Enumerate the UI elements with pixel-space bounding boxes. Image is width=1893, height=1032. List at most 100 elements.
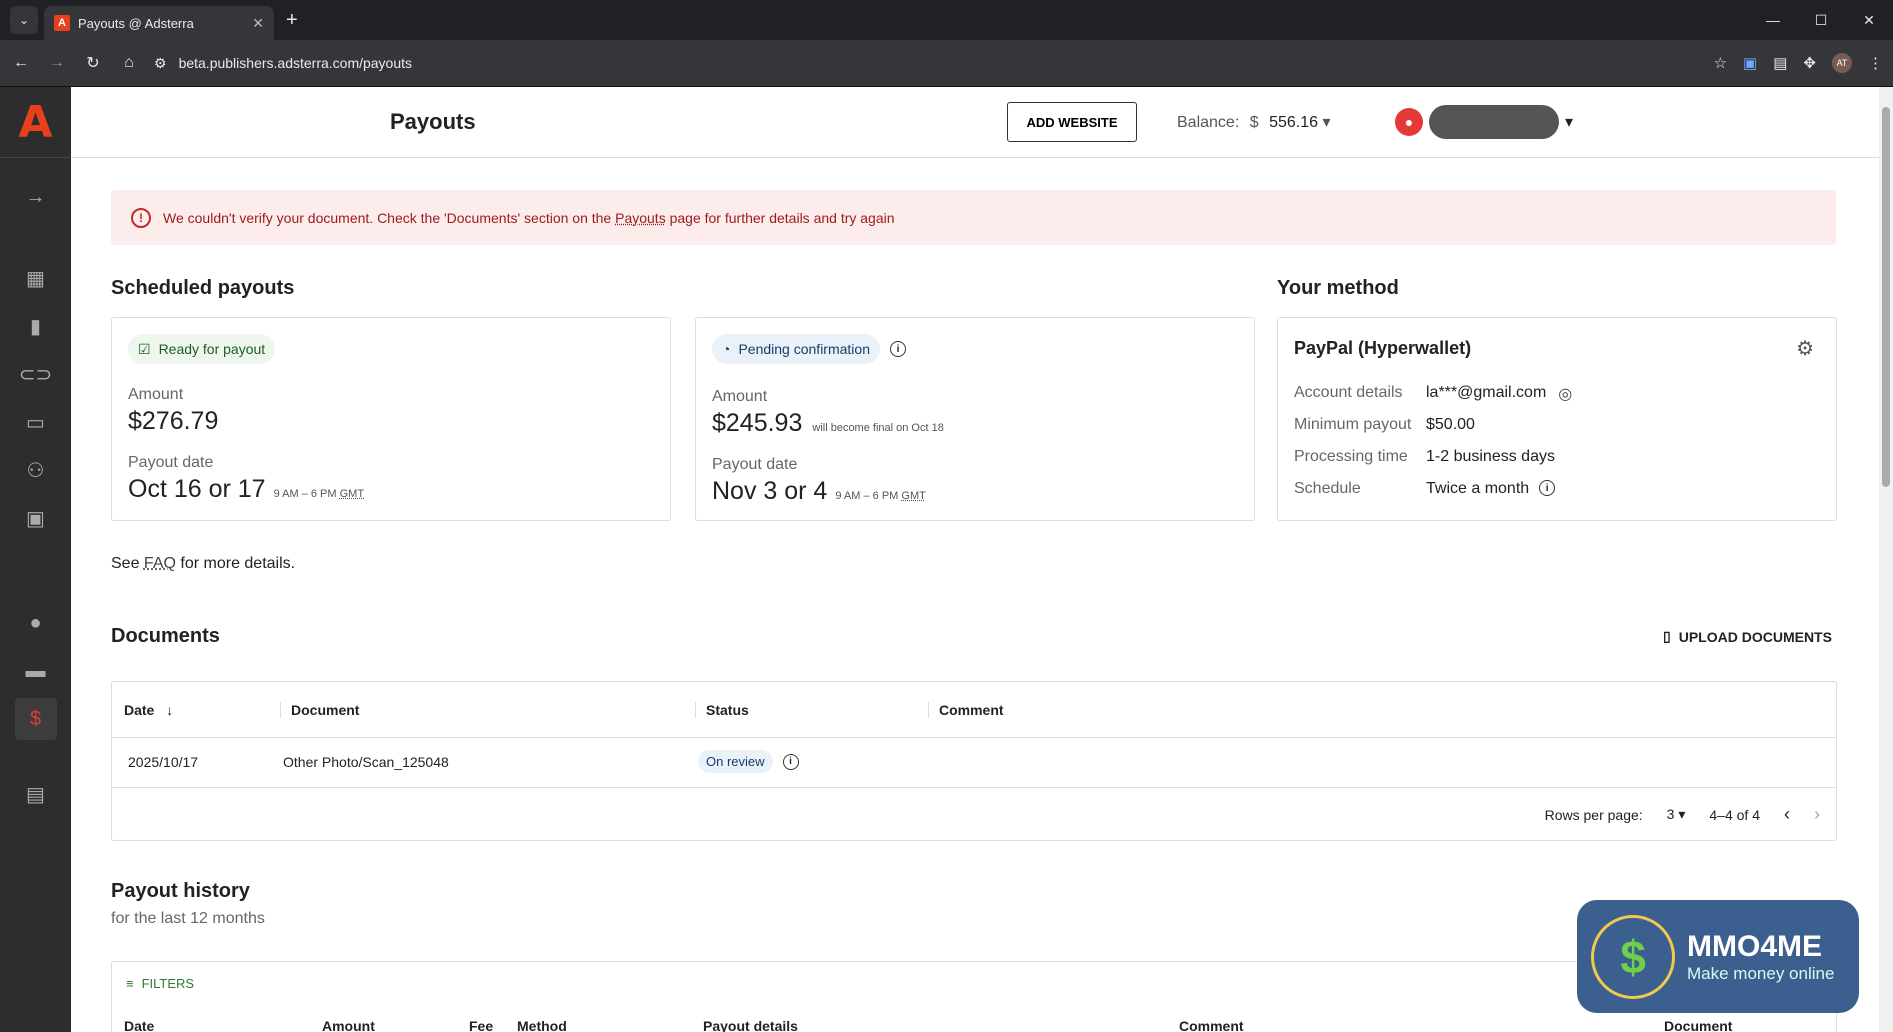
documents-heading: Documents: [111, 625, 220, 647]
topbar: Payouts ADD WEBSITE Balance: $ 556.16 ▾ …: [71, 87, 1893, 158]
websites-icon[interactable]: ▭: [15, 401, 57, 443]
payout-history-subtitle: for the last 12 months: [111, 910, 265, 927]
upload-documents-button[interactable]: ▯ UPLOAD DOCUMENTS: [1663, 628, 1832, 645]
rows-per-page-select[interactable]: 3 ▾: [1667, 806, 1686, 823]
translate-icon[interactable]: ▣: [1743, 54, 1757, 72]
new-tab-icon[interactable]: +: [286, 9, 298, 32]
url-field[interactable]: ⚙ beta.publishers.adsterra.com/payouts: [154, 47, 1700, 79]
dashboard-icon[interactable]: ▦: [15, 257, 57, 299]
pending-payout-card: ◔ Pending confirmation i Amount $245.93 …: [695, 317, 1255, 521]
column-date[interactable]: Date ↓: [124, 702, 173, 718]
referrals-icon[interactable]: ⚇: [15, 449, 57, 491]
browser-menu-icon[interactable]: ⋮: [1868, 54, 1883, 72]
address-bar: ← → ↻ ⌂ ⚙ beta.publishers.adsterra.com/p…: [0, 40, 1893, 87]
page-title: Payouts: [390, 109, 476, 134]
column-comment: Comment: [1179, 1018, 1244, 1032]
pending-status-chip: ◔ Pending confirmation: [712, 334, 880, 364]
filters-button[interactable]: ≡ FILTERS: [126, 976, 194, 991]
column-document: Document: [280, 702, 359, 718]
profile-avatar[interactable]: AT: [1832, 53, 1852, 73]
browser-tab[interactable]: A Payouts @ Adsterra ✕: [44, 6, 274, 40]
payouts-link[interactable]: Payouts: [615, 210, 666, 226]
chevron-down-icon: ▾: [1565, 114, 1574, 131]
redacted-username: [1429, 105, 1559, 139]
column-date: Date: [124, 1018, 155, 1032]
column-comment: Comment: [928, 702, 1004, 718]
eye-off-icon[interactable]: ◎: [1558, 384, 1572, 404]
statistics-icon[interactable]: ▮: [15, 305, 57, 347]
page-scrollbar[interactable]: [1879, 87, 1893, 1032]
row-document: Other Photo/Scan_125048: [283, 754, 449, 770]
row-status: On review i: [698, 750, 799, 773]
site-info-icon[interactable]: ⚙: [154, 55, 167, 72]
gear-icon[interactable]: ⚙: [1796, 336, 1814, 361]
profile-icon[interactable]: ●: [15, 602, 57, 644]
close-tab-icon[interactable]: ✕: [252, 15, 264, 32]
page-range: 4–4 of 4: [1709, 806, 1760, 823]
prev-page-icon[interactable]: ‹: [1784, 804, 1790, 825]
scrollbar-thumb[interactable]: [1882, 107, 1890, 487]
ready-payout-card: ☑ Ready for payout Amount $276.79 Payout…: [111, 317, 671, 521]
payout-time: 9 AM – 6 PM GMT: [835, 490, 926, 502]
pending-status-row: ◔ Pending confirmation i: [712, 334, 906, 364]
sort-arrow-icon: ↓: [166, 702, 174, 718]
method-row: Minimum payout $50.00: [1294, 416, 1475, 433]
home-icon[interactable]: ⌂: [118, 54, 140, 72]
user-menu[interactable]: ● ▾: [1395, 105, 1573, 139]
extension-icon[interactable]: ▤: [1773, 54, 1787, 72]
faq-link[interactable]: FAQ: [144, 555, 176, 572]
forward-icon[interactable]: →: [46, 54, 68, 72]
column-document: Document: [1664, 1018, 1733, 1032]
table-row: 2025/10/17 Other Photo/Scan_125048 On re…: [112, 738, 1836, 788]
next-page-icon[interactable]: ›: [1814, 804, 1820, 825]
documents-table: Date ↓ Document Status Comment 2025/10/1…: [111, 681, 1837, 841]
watermark-subtitle: Make money online: [1687, 963, 1835, 983]
payment-method-card: PayPal (Hyperwallet) ⚙ Account details l…: [1277, 317, 1837, 521]
payout-date-label: Payout date: [128, 454, 214, 471]
api-icon[interactable]: ▣: [15, 497, 57, 539]
verification-alert: ! We couldn't verify your document. Chec…: [111, 190, 1836, 245]
column-amount: Amount: [322, 1018, 375, 1032]
balance-currency: $: [1249, 114, 1259, 131]
add-website-button[interactable]: ADD WEBSITE: [1007, 102, 1137, 142]
info-icon[interactable]: i: [890, 341, 906, 357]
minimize-icon[interactable]: —: [1749, 0, 1797, 40]
payout-history-heading: Payout history: [111, 880, 250, 902]
column-payout-details: Payout details: [703, 1018, 798, 1032]
chevron-down-icon: ▾: [1322, 114, 1331, 131]
payouts-icon[interactable]: $: [14, 698, 57, 740]
balance-value: 556.16: [1269, 114, 1319, 131]
expand-sidebar-icon[interactable]: →: [15, 176, 57, 218]
puzzle-icon[interactable]: ✥: [1803, 54, 1816, 72]
adsterra-logo[interactable]: A: [0, 87, 71, 158]
dollar-coin-icon: $: [1591, 914, 1675, 999]
rewards-icon[interactable]: ▤: [15, 773, 57, 815]
payout-date-row: Oct 16 or 17 9 AM – 6 PM GMT: [128, 475, 364, 504]
close-window-icon[interactable]: ✕: [1845, 0, 1893, 40]
user-avatar-icon: ●: [1395, 108, 1423, 136]
row-date: 2025/10/17: [128, 754, 199, 770]
tab-search-icon[interactable]: ⌄: [10, 6, 38, 34]
back-icon[interactable]: ←: [10, 54, 32, 72]
watermark-title: MMO4ME: [1687, 929, 1822, 963]
method-row: Processing time 1-2 business days: [1294, 448, 1555, 465]
alert-text: We couldn't verify your document. Check …: [163, 209, 895, 226]
balance-dropdown[interactable]: Balance: $ 556.16 ▾: [1177, 112, 1331, 132]
window-controls: — ☐ ✕: [1749, 0, 1893, 40]
payout-date-label: Payout date: [712, 456, 798, 473]
amount-value: $276.79: [128, 407, 219, 435]
main-content: Payouts ADD WEBSITE Balance: $ 556.16 ▾ …: [71, 87, 1893, 1032]
reload-icon[interactable]: ↻: [82, 53, 104, 73]
info-icon[interactable]: i: [782, 753, 799, 770]
info-icon[interactable]: i: [1539, 480, 1556, 496]
your-method-heading: Your method: [1277, 277, 1399, 299]
payment-card-icon[interactable]: ▬: [15, 650, 57, 692]
app: A → ▦ ▮ ⊂⊃ ▭ ⚇ ▣ ● ▬ $ ▤ Payouts ADD WEB…: [0, 87, 1893, 1032]
maximize-icon[interactable]: ☐: [1797, 0, 1845, 40]
method-row: Schedule Twice a month i: [1294, 480, 1556, 498]
document-icon: ▯: [1663, 628, 1671, 644]
bookmark-star-icon[interactable]: ☆: [1714, 54, 1727, 72]
amount-note: will become final on Oct 18: [812, 422, 944, 434]
amount-row: $245.93 will become final on Oct 18: [712, 409, 944, 438]
links-icon[interactable]: ⊂⊃: [15, 353, 57, 395]
